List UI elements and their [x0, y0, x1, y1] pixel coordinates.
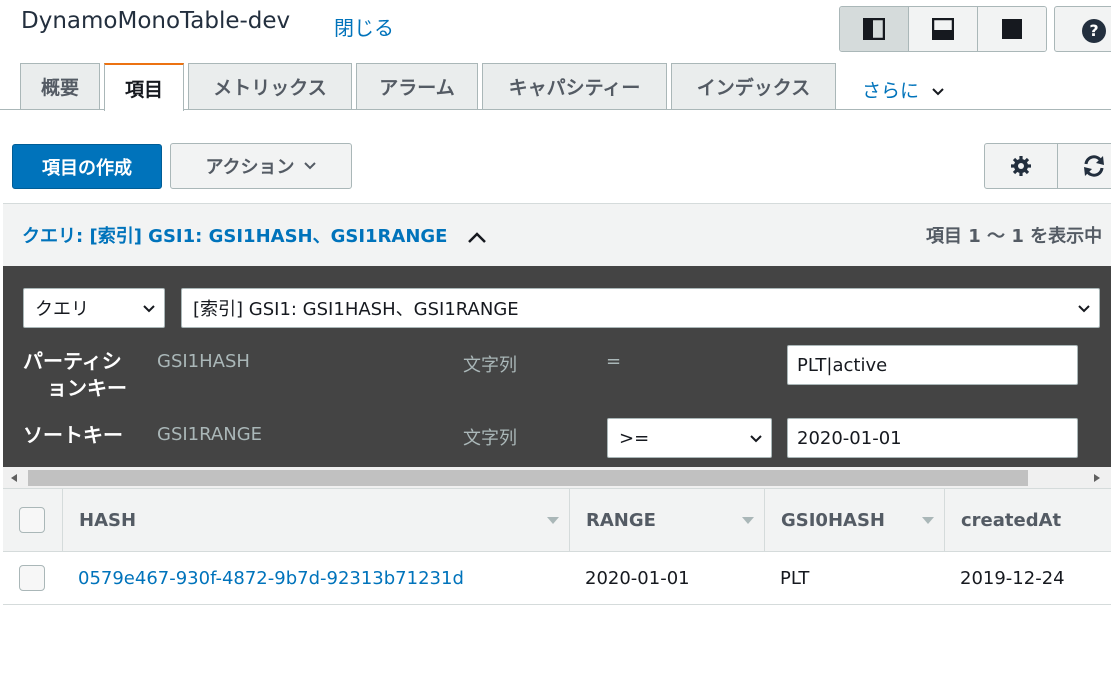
column-header-label: RANGE [586, 509, 656, 531]
refresh-button[interactable] [1058, 144, 1111, 188]
layout-split-horizontal-icon [932, 18, 954, 40]
query-mode-select[interactable]: クエリ [23, 288, 165, 328]
close-link[interactable]: 閉じる [334, 12, 394, 41]
sort-caret-icon [922, 517, 934, 524]
select-all-cell [3, 489, 63, 551]
row-checkbox[interactable] [19, 565, 45, 591]
tab-items[interactable]: 項目 [104, 63, 184, 111]
sort-caret-icon [742, 517, 754, 524]
scrollbar-thumb[interactable] [28, 470, 1028, 486]
actions-label: アクション [205, 157, 295, 178]
scroll-right-arrow-icon[interactable] [1092, 473, 1102, 483]
column-header-createdat[interactable]: createdAt [945, 489, 1111, 551]
create-item-button[interactable]: 項目の作成 [12, 144, 162, 189]
help-button[interactable]: ? [1054, 6, 1111, 52]
table-title: DynamoMonoTable-dev [21, 8, 291, 34]
chevron-down-icon [1078, 305, 1090, 313]
gsi0hash-cell: PLT [780, 568, 810, 589]
tab-overview[interactable]: 概要 [20, 63, 100, 109]
hash-cell-link[interactable]: 0579e467-930f-4872-9b7d-92313b71231d [78, 568, 464, 589]
settings-gear-icon [1011, 156, 1031, 176]
item-count-text: 項目 1 ～ 1 を表示中 [926, 226, 1103, 247]
settings-button[interactable] [985, 144, 1058, 188]
tab-alarms[interactable]: アラーム [356, 63, 478, 109]
sort-key-name: GSI1RANGE [157, 424, 263, 445]
createdat-cell: 2019-12-24 [960, 568, 1065, 589]
layout-full-icon [1002, 19, 1022, 39]
column-header-gsi0hash[interactable]: GSI0HASH [765, 489, 945, 551]
tab-more-label: さらに [862, 80, 920, 102]
range-cell: 2020-01-01 [585, 568, 690, 589]
layout-split-vertical-icon [863, 18, 885, 40]
scroll-left-arrow-icon[interactable] [9, 473, 19, 483]
column-header-label: HASH [79, 509, 137, 531]
partition-key-type: 文字列 [463, 355, 517, 376]
chevron-down-icon [143, 305, 155, 313]
partition-key-label-line1: パーティシ [23, 349, 122, 373]
full-view-button[interactable] [977, 7, 1046, 51]
column-header-range[interactable]: RANGE [570, 489, 765, 551]
chevron-down-icon [932, 88, 944, 96]
horizontal-scrollbar[interactable] [3, 467, 1111, 489]
index-select-value: [索引] GSI1: GSI1HASH、GSI1RANGE [193, 299, 519, 320]
chevron-down-icon [303, 162, 316, 170]
help-icon: ? [1082, 19, 1106, 43]
table-header-row: HASH RANGE GSI0HASH createdAt [3, 489, 1111, 552]
column-header-label: createdAt [961, 509, 1062, 531]
partition-key-name: GSI1HASH [157, 351, 250, 372]
sort-key-operator-value: >= [619, 427, 650, 449]
table-tools-group [984, 143, 1111, 189]
sort-caret-icon [547, 517, 559, 524]
select-all-checkbox[interactable] [19, 507, 45, 533]
chevron-down-icon [750, 435, 762, 443]
query-panel: クエリ [索引] GSI1: GSI1HASH、GSI1RANGE パーティシ … [3, 266, 1111, 467]
partition-key-operator: = [606, 351, 622, 372]
actions-dropdown-button[interactable]: アクション [170, 143, 352, 189]
partition-key-label-line2: ョンキー [47, 376, 127, 400]
tab-capacity[interactable]: キャパシティー [482, 63, 667, 109]
split-vertical-view-button[interactable] [840, 7, 908, 51]
partition-key-value-input[interactable]: PLT|active [787, 345, 1078, 385]
tab-metrics[interactable]: メトリックス [188, 63, 352, 109]
index-select[interactable]: [索引] GSI1: GSI1HASH、GSI1RANGE [181, 288, 1100, 328]
split-horizontal-view-button[interactable] [908, 7, 977, 51]
query-mode-value: クエリ [35, 299, 89, 320]
chevron-up-icon [467, 232, 486, 243]
sort-key-value-input[interactable]: 2020-01-01 [787, 418, 1078, 458]
sort-key-label: ソートキー [23, 423, 123, 447]
tab-more-dropdown[interactable]: さらに [862, 76, 945, 103]
tab-indexes[interactable]: インデックス [671, 63, 836, 109]
tab-bar: 概要 項目 メトリックス アラーム キャパシティー インデックス さらに [0, 62, 1111, 111]
refresh-icon [1084, 155, 1104, 177]
sort-key-operator-select[interactable]: >= [607, 418, 772, 458]
column-header-hash[interactable]: HASH [63, 489, 570, 551]
table-row: 0579e467-930f-4872-9b7d-92313b71231d 202… [3, 552, 1111, 605]
query-toggle[interactable]: クエリ: [索引] GSI1: GSI1HASH、GSI1RANGE [22, 222, 488, 248]
column-header-label: GSI0HASH [781, 509, 885, 531]
view-mode-group [839, 6, 1047, 52]
query-header: クエリ: [索引] GSI1: GSI1HASH、GSI1RANGE 項目 1 … [3, 203, 1111, 266]
sort-key-type: 文字列 [463, 428, 517, 449]
query-title: クエリ: [索引] GSI1: GSI1HASH、GSI1RANGE [22, 226, 448, 247]
